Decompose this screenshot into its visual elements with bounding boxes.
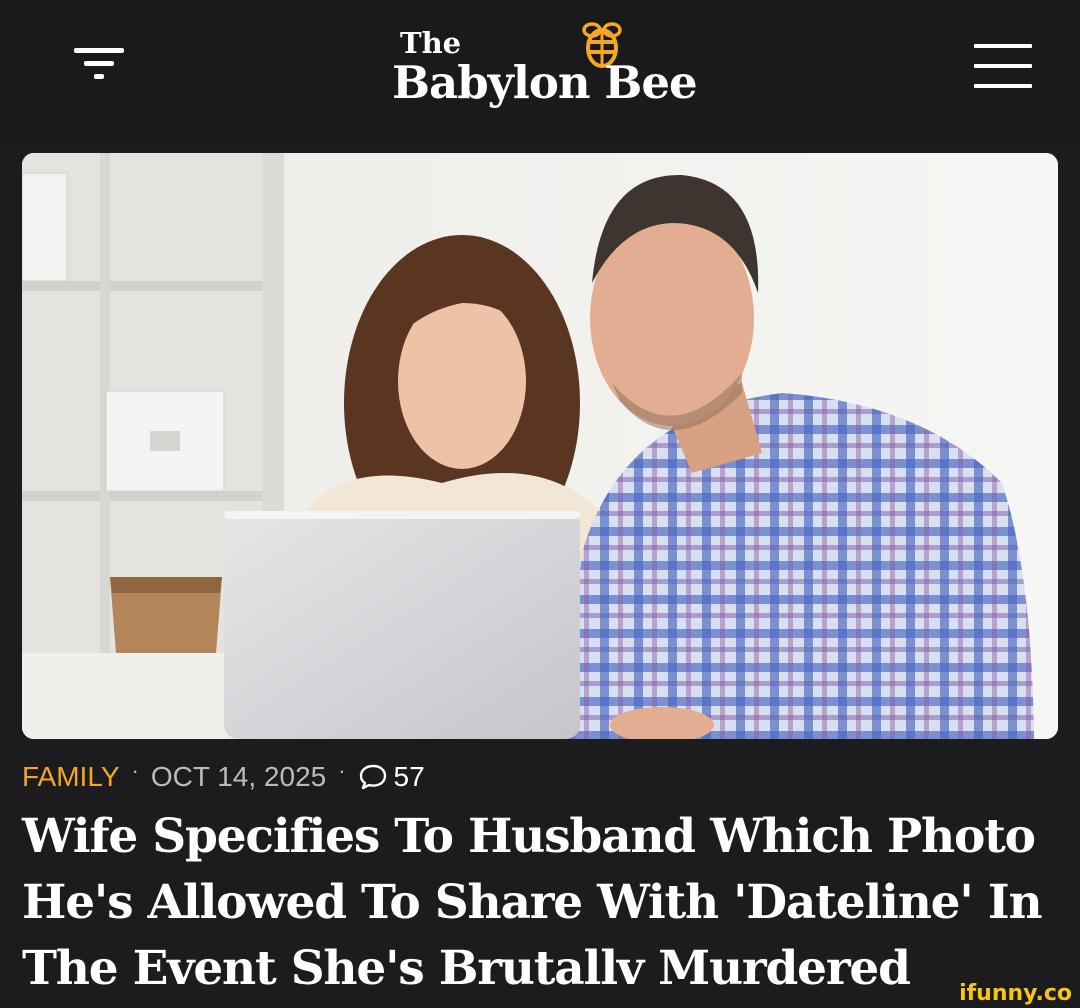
- filter-button[interactable]: [70, 42, 128, 86]
- comments-link[interactable]: 57: [358, 757, 425, 797]
- site-logo[interactable]: The Babylon Bee: [388, 12, 718, 122]
- meta-separator: ·: [131, 758, 139, 783]
- site-header: The Babylon Bee: [0, 0, 1080, 143]
- meta-separator: ·: [338, 758, 346, 783]
- filter-icon: [74, 48, 124, 79]
- article-date: OCT 14, 2025: [150, 761, 327, 792]
- comment-count: 57: [393, 761, 425, 792]
- article-hero-image[interactable]: [22, 153, 1058, 739]
- hero-photo: [22, 153, 1058, 739]
- menu-button[interactable]: [972, 42, 1034, 92]
- ifunny-watermark: ifunny.co: [959, 981, 1072, 1006]
- speech-bubble-icon: [359, 764, 386, 790]
- logo-name-text: Babylon Bee: [392, 56, 698, 109]
- article-headline[interactable]: Wife Specifies To Husband Which Photo He…: [22, 804, 1062, 1002]
- article-meta: FAMILY · OCT 14, 2025 · 57: [22, 757, 425, 797]
- logo-the-text: The: [400, 26, 462, 60]
- category-link[interactable]: FAMILY: [22, 757, 120, 797]
- hamburger-menu-icon: [974, 44, 1032, 88]
